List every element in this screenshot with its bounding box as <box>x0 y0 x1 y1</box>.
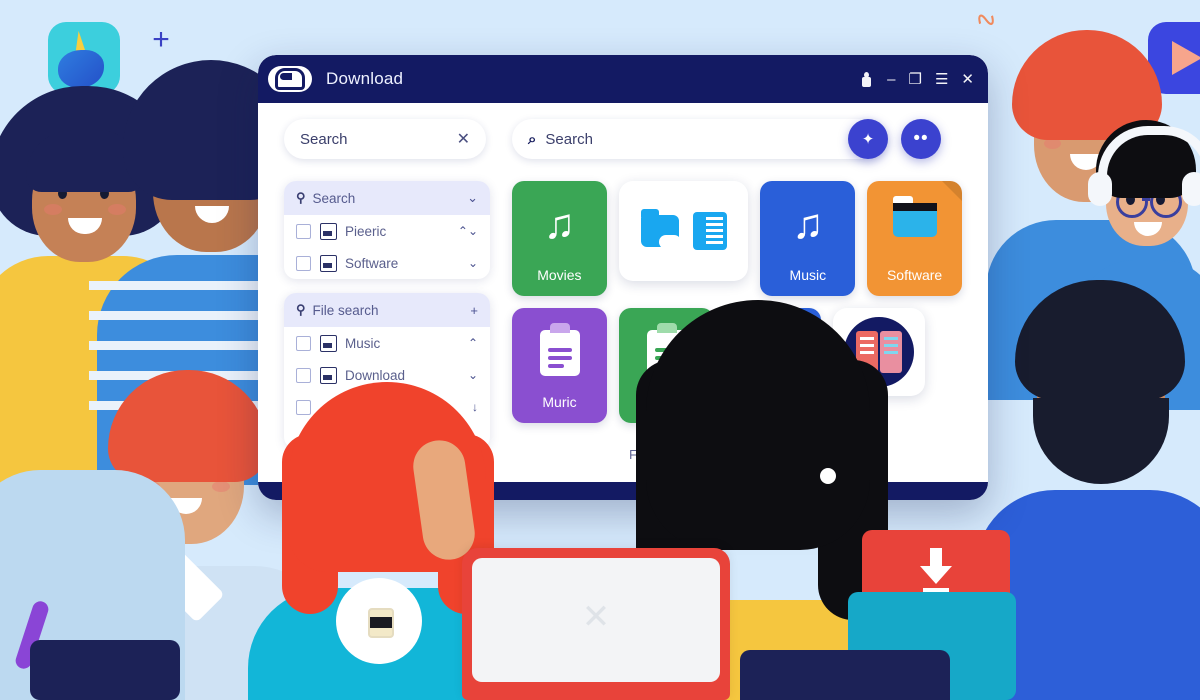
row-label: Download <box>345 367 406 383</box>
tile-label: Muric <box>542 394 577 410</box>
device-chip-icon <box>368 608 394 638</box>
file-icon <box>320 366 337 384</box>
illustration-scene: + ✦ ∿ <box>0 0 1200 700</box>
sidebar-panel-search: ⚲ Search ⌄ Pieeric ⌃⌄ Software ⌄ <box>284 181 490 279</box>
more-options-button[interactable]: •• <box>901 119 941 159</box>
menu-icon[interactable]: ☰ <box>935 72 948 87</box>
tile-label: Software <box>886 267 943 283</box>
music-note-icon: ♫ <box>543 200 576 247</box>
tile-software[interactable]: Software <box>867 181 962 296</box>
chevron-down-icon[interactable]: ⌄ <box>468 368 478 382</box>
sort-icon[interactable]: ⌃⌄ <box>458 224 478 238</box>
hair <box>108 370 268 482</box>
document-icon <box>512 323 607 376</box>
file-icon <box>320 254 337 272</box>
chevron-down-icon[interactable]: ⌄ <box>467 190 478 206</box>
laptop-device: ✕ <box>462 548 730 700</box>
checkbox[interactable] <box>296 367 311 383</box>
chevron-up-icon[interactable]: ⌃ <box>468 336 478 350</box>
minimize-icon[interactable]: – <box>887 72 895 87</box>
search-icon: ⚲ <box>296 190 306 205</box>
person-bearded-right <box>975 280 1200 700</box>
headphone-cup-left-icon <box>1088 172 1112 206</box>
round-white-device <box>336 578 422 664</box>
hair <box>646 300 870 550</box>
download-badge-icon <box>268 66 312 92</box>
panel-header-file-search[interactable]: ⚲ File search + <box>284 293 490 327</box>
tile-label: Movies <box>537 267 582 283</box>
tile-movies[interactable]: ♫ Movies <box>512 181 607 296</box>
maximize-icon[interactable]: ❐ <box>909 72 922 87</box>
search-left-value: Search <box>300 130 348 148</box>
search-input-left[interactable]: Search ✕ <box>284 119 486 159</box>
panel-header-search[interactable]: ⚲ Search ⌄ <box>284 181 490 215</box>
sidebar-row-software[interactable]: Software ⌄ <box>284 247 490 279</box>
clear-search-icon[interactable]: ✕ <box>457 129 470 149</box>
checkbox[interactable] <box>296 335 311 351</box>
headphone-cup-right-icon <box>1182 172 1200 206</box>
tile-row-one: ♫ Movies ♫ Music Software <box>512 181 962 296</box>
laptop-logo-icon: ✕ <box>581 598 611 636</box>
sparkle-action-button[interactable]: ✦ <box>848 119 888 159</box>
tile-cloud-and-book[interactable] <box>618 181 749 281</box>
folder-icon <box>867 196 962 237</box>
sidebar-row-pieeric[interactable]: Pieeric ⌃⌄ <box>284 215 490 247</box>
earring <box>820 468 836 484</box>
row-label: Software <box>345 255 399 271</box>
music-note-icon: ♫ <box>792 200 824 247</box>
tile-music[interactable]: ♫ Music <box>760 181 856 296</box>
file-icon <box>320 334 337 352</box>
beard <box>1033 398 1169 484</box>
file-icon <box>320 222 337 240</box>
checkbox[interactable] <box>296 223 311 239</box>
panel-header-label: Search <box>312 190 356 206</box>
panel-header-label: File search <box>312 302 379 318</box>
window-title: Download <box>326 69 404 88</box>
row-label: Pieeric <box>345 223 387 239</box>
row-label: Music <box>345 335 381 351</box>
add-icon[interactable]: + <box>470 303 478 318</box>
plus-decoration-icon: + <box>152 23 170 56</box>
tile-muric[interactable]: Muric <box>512 308 607 423</box>
sidebar-row-music[interactable]: Music ⌃ <box>284 327 490 359</box>
hull-shape <box>58 50 104 88</box>
search-main-value: Search <box>545 130 593 148</box>
checkbox[interactable] <box>296 255 311 271</box>
close-icon[interactable]: ✕ <box>961 72 974 87</box>
search-icon: ⚲ <box>296 302 306 317</box>
extensions-puzzle-icon[interactable] <box>859 71 874 87</box>
window-controls: – ❐ ☰ ✕ <box>859 71 974 87</box>
search-row: Search ✕ ⌕ Search ✦ •• <box>258 103 988 175</box>
search-icon: ⌕ <box>528 130 537 148</box>
squiggle-decoration-icon: ∿ <box>969 0 1002 38</box>
download-arrow-icon <box>920 548 952 592</box>
book-icon <box>692 212 727 250</box>
phone-dark-device <box>740 650 950 700</box>
window-title-bar: Download – ❐ ☰ ✕ <box>258 55 988 103</box>
cloud-folder-icon <box>640 209 681 249</box>
hair <box>1015 280 1185 400</box>
search-input-main[interactable]: ⌕ Search <box>512 119 886 159</box>
tile-label: Music <box>789 267 827 283</box>
chevron-down-icon[interactable]: ⌄ <box>468 256 478 270</box>
phone-navy-device <box>30 640 180 700</box>
